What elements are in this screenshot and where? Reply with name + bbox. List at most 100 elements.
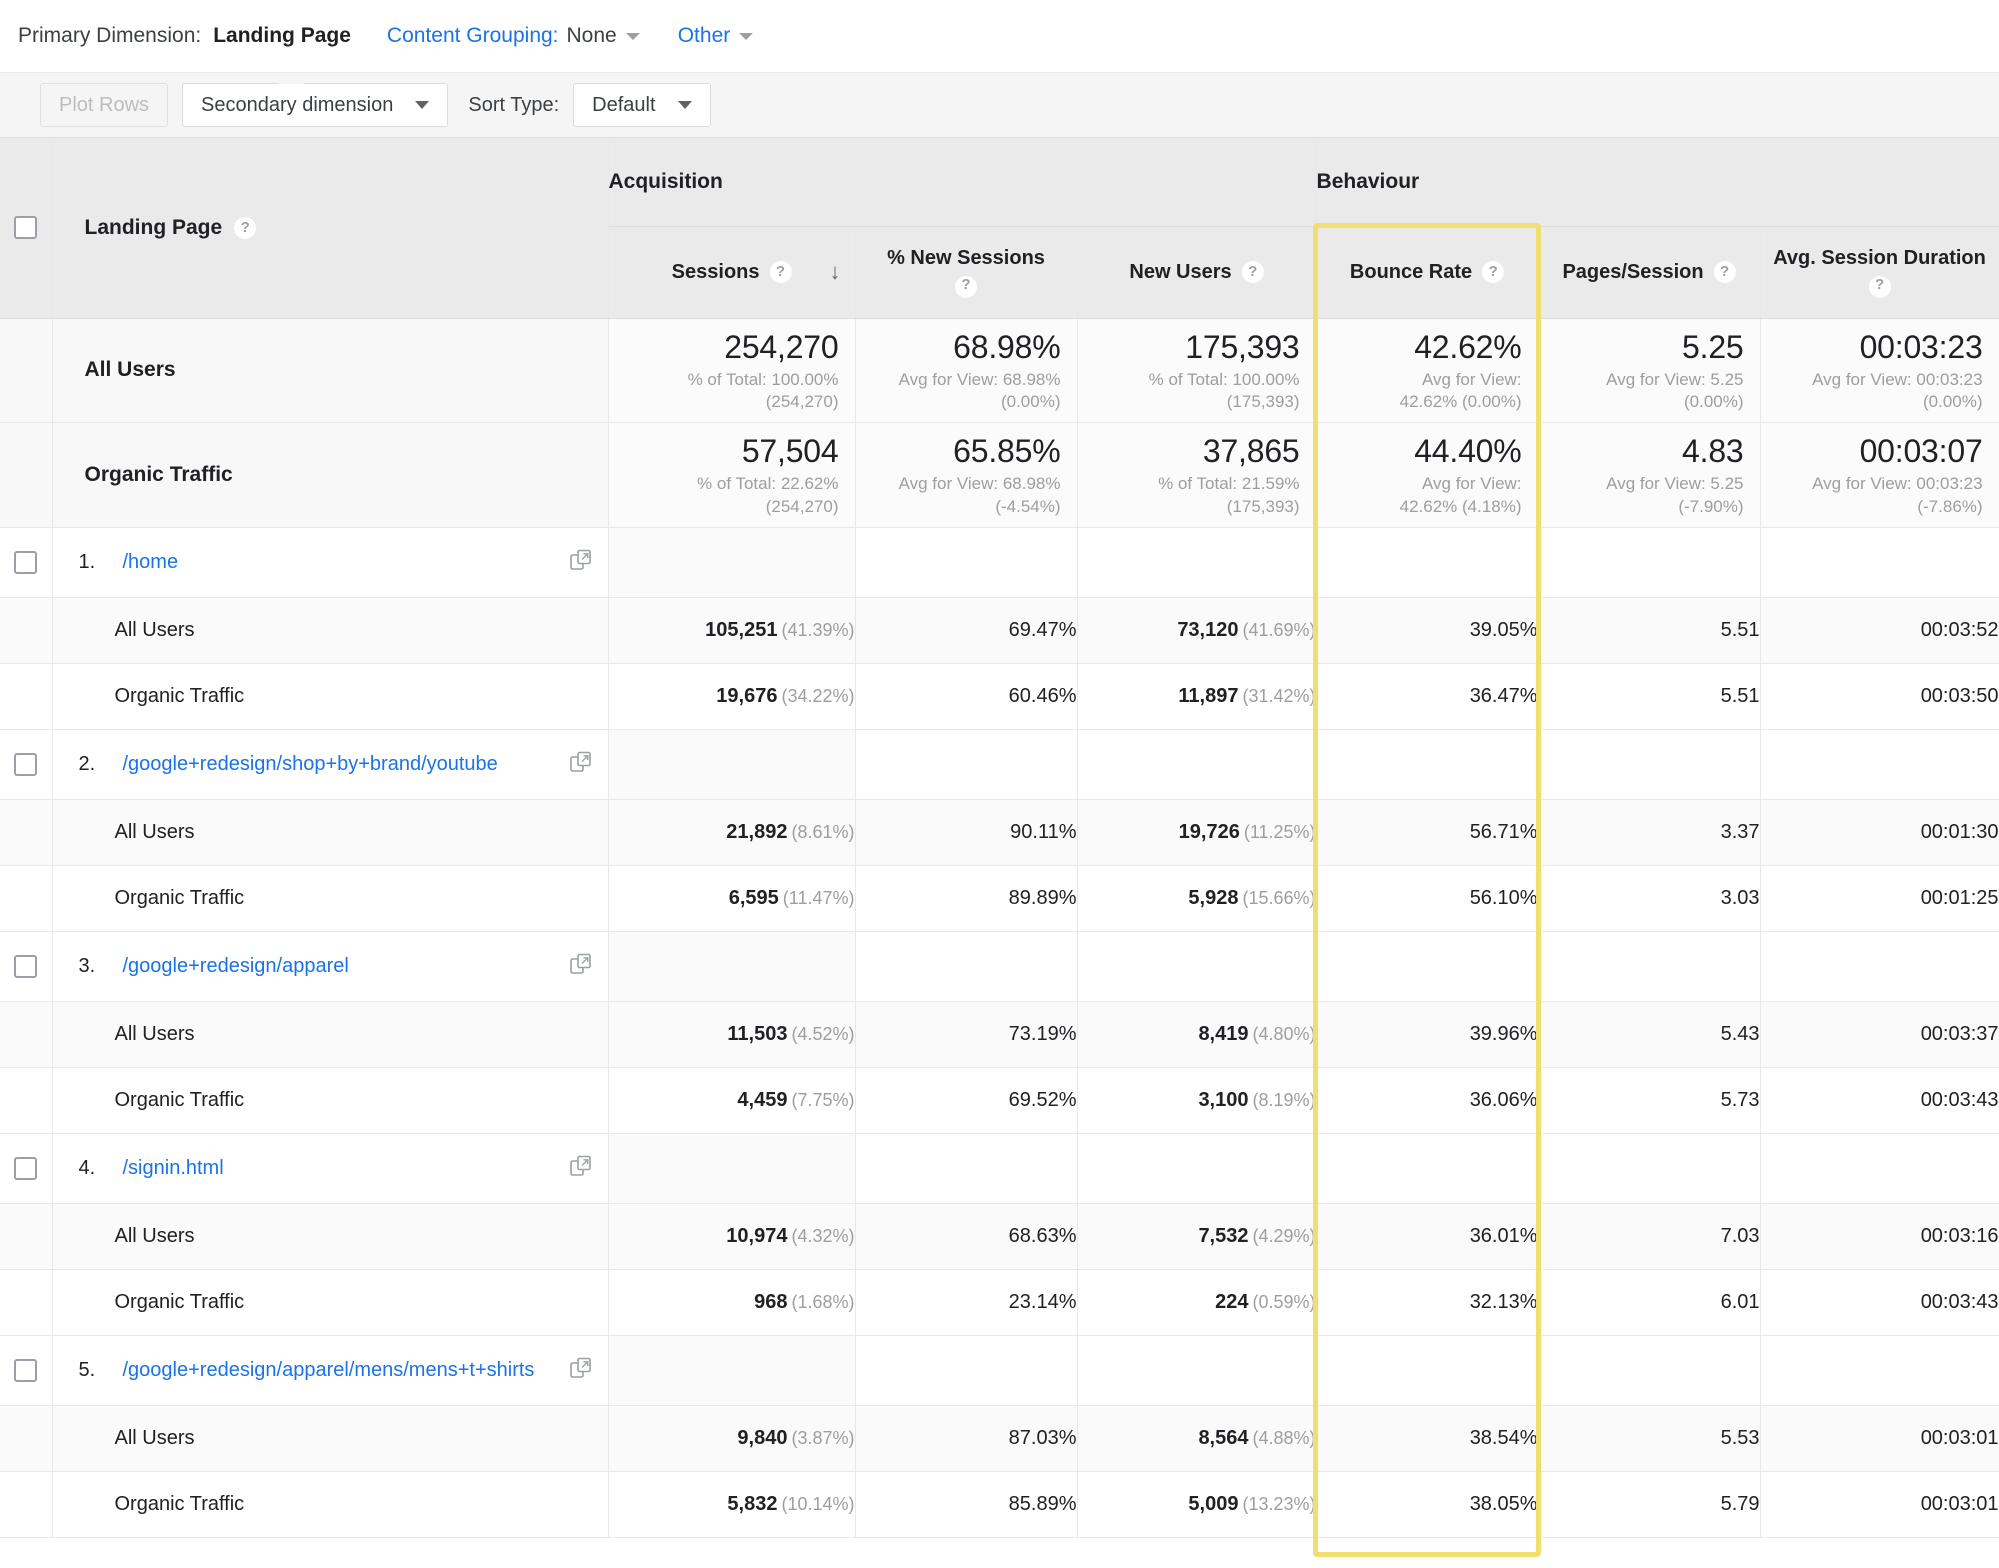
dimension-column-label: Landing Page xyxy=(85,216,223,240)
row-checkbox[interactable] xyxy=(14,1359,37,1382)
segment-name: Organic Traffic xyxy=(52,1068,608,1134)
row-select-cell[interactable] xyxy=(0,1134,52,1204)
column-header-new-users[interactable]: New Users ? xyxy=(1077,226,1316,318)
external-link-icon[interactable] xyxy=(562,750,594,780)
empty-cell xyxy=(1760,1336,1999,1406)
cell-avg-session-duration: 00:03:43 xyxy=(1760,1068,1999,1134)
empty-cell xyxy=(1077,1134,1316,1204)
chevron-down-icon-other[interactable] xyxy=(739,33,753,40)
landing-page-link[interactable]: /home xyxy=(123,549,562,576)
empty-cell xyxy=(608,1134,855,1204)
cell-sessions: 105,251(41.39%) xyxy=(608,598,855,664)
summary-row: Organic Traffic57,504% of Total: 22.62%(… xyxy=(0,423,1999,528)
row-select-cell[interactable] xyxy=(0,932,52,1002)
empty-cell xyxy=(608,932,855,1002)
row-checkbox[interactable] xyxy=(14,955,37,978)
segment-data-row: All Users21,892(8.61%)90.11%19,726(11.25… xyxy=(0,800,1999,866)
landing-page-row: 5./google+redesign/apparel/mens/mens+t+s… xyxy=(0,1336,1999,1406)
summary-subtext: Avg for View: 5.25(0.00%) xyxy=(1549,369,1744,415)
row-checkbox[interactable] xyxy=(14,1157,37,1180)
empty-cell xyxy=(1077,1336,1316,1406)
external-link-icon[interactable] xyxy=(562,1154,594,1184)
summary-subtext: Avg for View:42.62% (4.18%) xyxy=(1327,473,1522,519)
segment-checkbox-cell xyxy=(0,1204,52,1270)
summary-subtext: Avg for View: 68.98%(0.00%) xyxy=(866,369,1061,415)
secondary-dimension-button[interactable]: Secondary dimension xyxy=(182,83,448,127)
cell-new-users: 11,897(31.42%) xyxy=(1077,664,1316,730)
landing-page-row: 4./signin.html xyxy=(0,1134,1999,1204)
empty-cell xyxy=(1760,932,1999,1002)
help-icon-pages-session[interactable]: ? xyxy=(1714,261,1736,283)
sort-descending-icon[interactable]: ↓ xyxy=(830,257,841,287)
cell-sessions: 6,595(11.47%) xyxy=(608,866,855,932)
cell-pages-session: 5.51 xyxy=(1538,664,1760,730)
cell-bounce-rate: 36.47% xyxy=(1316,664,1538,730)
other-dimension-link[interactable]: Other xyxy=(678,24,731,48)
row-select-cell[interactable] xyxy=(0,730,52,800)
column-label-sessions: Sessions xyxy=(672,259,760,286)
primary-dimension-value[interactable]: Landing Page xyxy=(213,24,351,48)
external-link-icon[interactable] xyxy=(562,548,594,578)
select-all-checkbox[interactable] xyxy=(14,216,37,239)
row-checkbox[interactable] xyxy=(14,551,37,574)
row-select-cell[interactable] xyxy=(0,528,52,598)
row-index: 4. xyxy=(79,1157,123,1180)
primary-dimension-label: Primary Dimension: xyxy=(18,24,201,48)
column-header-new-sessions-pct[interactable]: % New Sessions ? xyxy=(855,226,1077,318)
summary-value: 68.98% xyxy=(866,329,1061,366)
column-header-bounce-rate[interactable]: Bounce Rate ? xyxy=(1316,226,1538,318)
segment-name: Organic Traffic xyxy=(52,664,608,730)
summary-cell: 37,865% of Total: 21.59%(175,393) xyxy=(1077,423,1316,528)
landing-page-link[interactable]: /google+redesign/apparel xyxy=(123,953,562,980)
sort-type-select[interactable]: Default xyxy=(573,83,710,127)
segment-name: All Users xyxy=(52,1406,608,1472)
row-index: 2. xyxy=(79,753,123,776)
table-head: Landing Page ? Acquisition Behaviour Ses… xyxy=(0,138,1999,318)
cell-pages-session: 5.43 xyxy=(1538,1002,1760,1068)
help-icon-sessions[interactable]: ? xyxy=(770,261,792,283)
chevron-down-icon[interactable] xyxy=(626,33,640,40)
sort-type-label: Sort Type: xyxy=(468,94,559,117)
landing-page-cell: 5./google+redesign/apparel/mens/mens+t+s… xyxy=(52,1336,608,1406)
cell-bounce-rate: 32.13% xyxy=(1316,1270,1538,1336)
cell-pages-session: 5.79 xyxy=(1538,1472,1760,1538)
summary-value: 57,504 xyxy=(619,433,839,470)
segment-checkbox-cell xyxy=(0,664,52,730)
column-header-pages-session[interactable]: Pages/Session ? xyxy=(1538,226,1760,318)
help-icon-avg-session-duration[interactable]: ? xyxy=(1869,276,1891,298)
help-icon-new-users[interactable]: ? xyxy=(1242,261,1264,283)
landing-page-link[interactable]: /signin.html xyxy=(123,1155,562,1182)
summary-cell: 254,270% of Total: 100.00%(254,270) xyxy=(608,318,855,423)
segment-name: Organic Traffic xyxy=(52,1472,608,1538)
segment-checkbox-cell xyxy=(0,800,52,866)
external-link-icon[interactable] xyxy=(562,952,594,982)
acquisition-group-header: Acquisition xyxy=(608,138,1316,226)
segment-checkbox-cell xyxy=(0,1002,52,1068)
landing-page-link[interactable]: /google+redesign/apparel/mens/mens+t+shi… xyxy=(123,1357,562,1384)
content-grouping-label[interactable]: Content Grouping: xyxy=(387,24,559,48)
cell-sessions: 11,503(4.52%) xyxy=(608,1002,855,1068)
summary-cell: 4.83Avg for View: 5.25(-7.90%) xyxy=(1538,423,1760,528)
cell-new-users: 3,100(8.19%) xyxy=(1077,1068,1316,1134)
content-grouping-value[interactable]: None xyxy=(567,24,617,48)
plot-rows-button[interactable]: Plot Rows xyxy=(40,83,168,127)
summary-row-label: Organic Traffic xyxy=(52,423,608,528)
row-select-cell[interactable] xyxy=(0,1336,52,1406)
cell-pages-session: 3.37 xyxy=(1538,800,1760,866)
dimension-column-header[interactable]: Landing Page ? xyxy=(52,138,608,318)
row-checkbox[interactable] xyxy=(14,753,37,776)
summary-cell: 68.98%Avg for View: 68.98%(0.00%) xyxy=(855,318,1077,423)
landing-page-link[interactable]: /google+redesign/shop+by+brand/youtube xyxy=(123,751,562,778)
column-header-sessions[interactable]: Sessions ? ↓ xyxy=(608,226,855,318)
summary-subtext: % of Total: 100.00%(254,270) xyxy=(619,369,839,415)
empty-cell xyxy=(855,1336,1077,1406)
external-link-icon[interactable] xyxy=(562,1356,594,1386)
cell-pages-session: 3.03 xyxy=(1538,866,1760,932)
table-toolbar: Plot Rows Secondary dimension Sort Type:… xyxy=(0,72,1999,138)
help-icon-landing-page[interactable]: ? xyxy=(234,217,256,239)
column-header-avg-session-duration[interactable]: Avg. Session Duration ? xyxy=(1760,226,1999,318)
empty-cell xyxy=(608,528,855,598)
help-icon-new-sessions-pct[interactable]: ? xyxy=(955,276,977,298)
help-icon-bounce-rate[interactable]: ? xyxy=(1482,261,1504,283)
cell-sessions: 10,974(4.32%) xyxy=(608,1204,855,1270)
